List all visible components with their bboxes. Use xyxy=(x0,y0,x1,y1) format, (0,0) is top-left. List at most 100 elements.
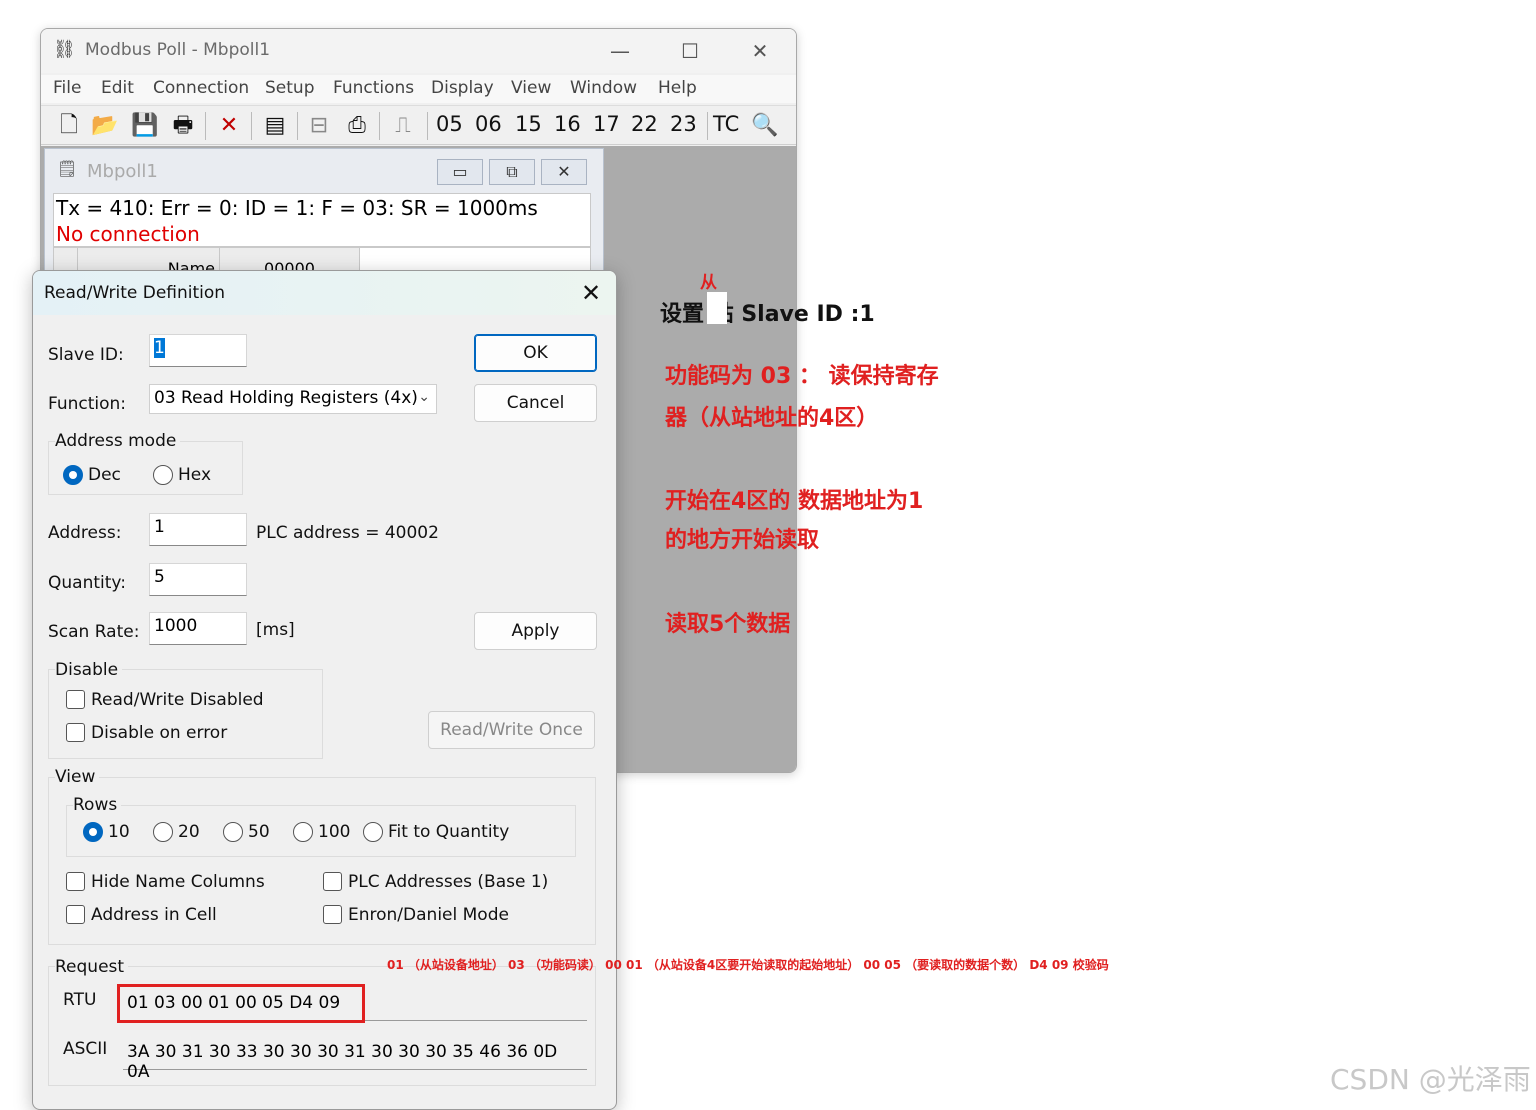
annotation-address-1: 开始在4区的 数据地址为1 xyxy=(665,489,924,514)
maximize-button[interactable]: ☐ xyxy=(667,37,713,65)
menu-file[interactable]: File xyxy=(53,78,81,98)
menu-window[interactable]: Window xyxy=(570,78,637,98)
annotation-address-2: 的地方开始读取 xyxy=(665,528,820,553)
annotation-function-2: 器（从站地址的4区） xyxy=(665,406,879,431)
open-folder-icon[interactable]: 📂 xyxy=(89,110,121,142)
rw-disabled-checkbox[interactable] xyxy=(66,690,85,709)
function-value: 03 Read Holding Registers (4x) xyxy=(154,388,418,408)
menu-functions[interactable]: Functions xyxy=(333,78,414,98)
ascii-value: 3A 30 31 30 33 30 30 30 31 30 30 30 35 4… xyxy=(123,1036,587,1082)
dialog-close-button[interactable]: ✕ xyxy=(573,277,609,309)
child-restore-button[interactable]: ⧉ xyxy=(489,159,535,185)
minimize-button[interactable]: — xyxy=(597,37,643,65)
disable-group xyxy=(48,669,323,759)
request-title: Request xyxy=(55,957,129,977)
fc23-button[interactable]: 23 xyxy=(670,112,697,136)
rows-10-label: 10 xyxy=(108,822,130,842)
fc17-button[interactable]: 17 xyxy=(593,112,620,136)
quantity-input[interactable]: 5 xyxy=(149,563,247,596)
annotation-slave-id: 设置 站 Slave ID :1 xyxy=(660,302,875,327)
app-title: Modbus Poll - Mbpoll1 xyxy=(85,40,271,60)
disconnect-icon[interactable]: ⎙ xyxy=(341,110,373,142)
menu-connection[interactable]: Connection xyxy=(153,78,249,98)
rows-20-radio[interactable] xyxy=(153,822,173,842)
watermark: CSDN @光泽雨 xyxy=(1330,1063,1531,1096)
address-in-cell-label: Address in Cell xyxy=(91,905,217,925)
traffic-monitor-icon[interactable]: 🔍 xyxy=(749,110,781,142)
annotation-quantity: 读取5个数据 xyxy=(665,612,791,637)
disable-on-error-label: Disable on error xyxy=(91,723,228,743)
address-input[interactable]: 1 xyxy=(149,513,247,546)
annotation-request-breakdown: 01 （从站设备地址） 03 （功能码读） 00 01 （从站设备4区要开始读取… xyxy=(387,958,1109,972)
tc-button[interactable]: TC xyxy=(713,112,739,136)
scan-rate-input[interactable]: 1000 xyxy=(149,612,247,645)
rows-fit-radio[interactable] xyxy=(363,822,383,842)
menu-setup[interactable]: Setup xyxy=(265,78,314,98)
dec-label: Dec xyxy=(88,465,121,485)
read-write-definition-dialog: Read/Write Definition ✕ Slave ID: 1 Func… xyxy=(32,270,617,1110)
scan-rate-label: Scan Rate: xyxy=(48,622,140,642)
fc16-button[interactable]: 16 xyxy=(554,112,581,136)
fc05-button[interactable]: 05 xyxy=(436,112,463,136)
rows-fit-label: Fit to Quantity xyxy=(388,822,510,842)
connect-icon[interactable]: ⊟ xyxy=(303,110,335,142)
ascii-label: ASCII xyxy=(63,1039,108,1059)
read-write-once-button[interactable]: Read/Write Once xyxy=(428,711,595,749)
disable-on-error-checkbox[interactable] xyxy=(66,723,85,742)
dialog-title: Read/Write Definition xyxy=(44,283,226,303)
rtu-label: RTU xyxy=(63,990,97,1010)
function-select[interactable]: 03 Read Holding Registers (4x) ⌄ xyxy=(149,384,437,414)
rows-50-radio[interactable] xyxy=(223,822,243,842)
status-box: Tx = 410: Err = 0: ID = 1: F = 03: SR = … xyxy=(53,193,591,247)
annotation-function-1: 功能码为 03 ： 读保持寄存 xyxy=(665,364,939,389)
apply-button[interactable]: Apply xyxy=(474,612,597,650)
enron-daniel-checkbox[interactable] xyxy=(323,905,342,924)
slave-id-input[interactable]: 1 xyxy=(149,334,247,367)
main-titlebar[interactable]: ⛓ Modbus Poll - Mbpoll1 — ☐ ✕ xyxy=(41,29,796,73)
rows-10-radio[interactable] xyxy=(83,822,103,842)
child-window-title: Mbpoll1 xyxy=(87,161,158,182)
cancel-button[interactable]: Cancel xyxy=(474,384,597,422)
hex-radio[interactable] xyxy=(153,465,173,485)
rows-title: Rows xyxy=(73,795,122,815)
ok-button[interactable]: OK xyxy=(474,334,597,372)
menu-edit[interactable]: Edit xyxy=(101,78,134,98)
single-read-icon[interactable]: ⎍ xyxy=(387,110,419,142)
menu-bar: File Edit Connection Setup Functions Dis… xyxy=(41,75,796,103)
hide-name-columns-checkbox[interactable] xyxy=(66,872,85,891)
rows-100-radio[interactable] xyxy=(293,822,313,842)
slave-id-value: 1 xyxy=(154,338,165,358)
fc22-button[interactable]: 22 xyxy=(631,112,658,136)
chevron-down-icon: ⌄ xyxy=(418,389,430,405)
toolbar-separator xyxy=(379,112,380,140)
annotation-cong: 从 xyxy=(700,273,717,293)
toolbar: 🗋 📂 💾 🖶 ✕ ▤ ⊟ ⎙ ⎍ 05 06 15 16 17 22 23 T… xyxy=(41,105,796,145)
new-file-icon[interactable]: 🗋 xyxy=(53,110,85,142)
address-in-cell-checkbox[interactable] xyxy=(66,905,85,924)
delete-icon[interactable]: ✕ xyxy=(213,110,245,142)
slave-id-label: Slave ID: xyxy=(48,345,124,365)
close-button[interactable]: ✕ xyxy=(737,37,783,65)
save-icon[interactable]: 💾 xyxy=(129,110,161,142)
connection-status: No connection xyxy=(56,222,200,246)
print-icon[interactable]: 🖶 xyxy=(167,110,199,142)
disable-title: Disable xyxy=(55,660,123,680)
quantity-label: Quantity: xyxy=(48,573,126,593)
menu-display[interactable]: Display xyxy=(431,78,494,98)
menu-view[interactable]: View xyxy=(511,78,551,98)
plc-addresses-checkbox[interactable] xyxy=(323,872,342,891)
toolbar-separator xyxy=(707,112,708,140)
hex-label: Hex xyxy=(178,465,212,485)
dec-radio[interactable] xyxy=(63,465,83,485)
dialog-titlebar[interactable]: Read/Write Definition ✕ xyxy=(33,271,616,315)
enron-daniel-label: Enron/Daniel Mode xyxy=(348,905,509,925)
window-icon[interactable]: ▤ xyxy=(259,110,291,142)
fc06-button[interactable]: 06 xyxy=(475,112,502,136)
child-close-button[interactable]: ✕ xyxy=(541,159,587,185)
fc15-button[interactable]: 15 xyxy=(515,112,542,136)
toolbar-separator xyxy=(251,112,252,140)
document-icon: 🗒 xyxy=(57,159,78,178)
child-minimize-button[interactable]: ▭ xyxy=(437,159,483,185)
rw-disabled-label: Read/Write Disabled xyxy=(91,690,264,710)
menu-help[interactable]: Help xyxy=(658,78,697,98)
